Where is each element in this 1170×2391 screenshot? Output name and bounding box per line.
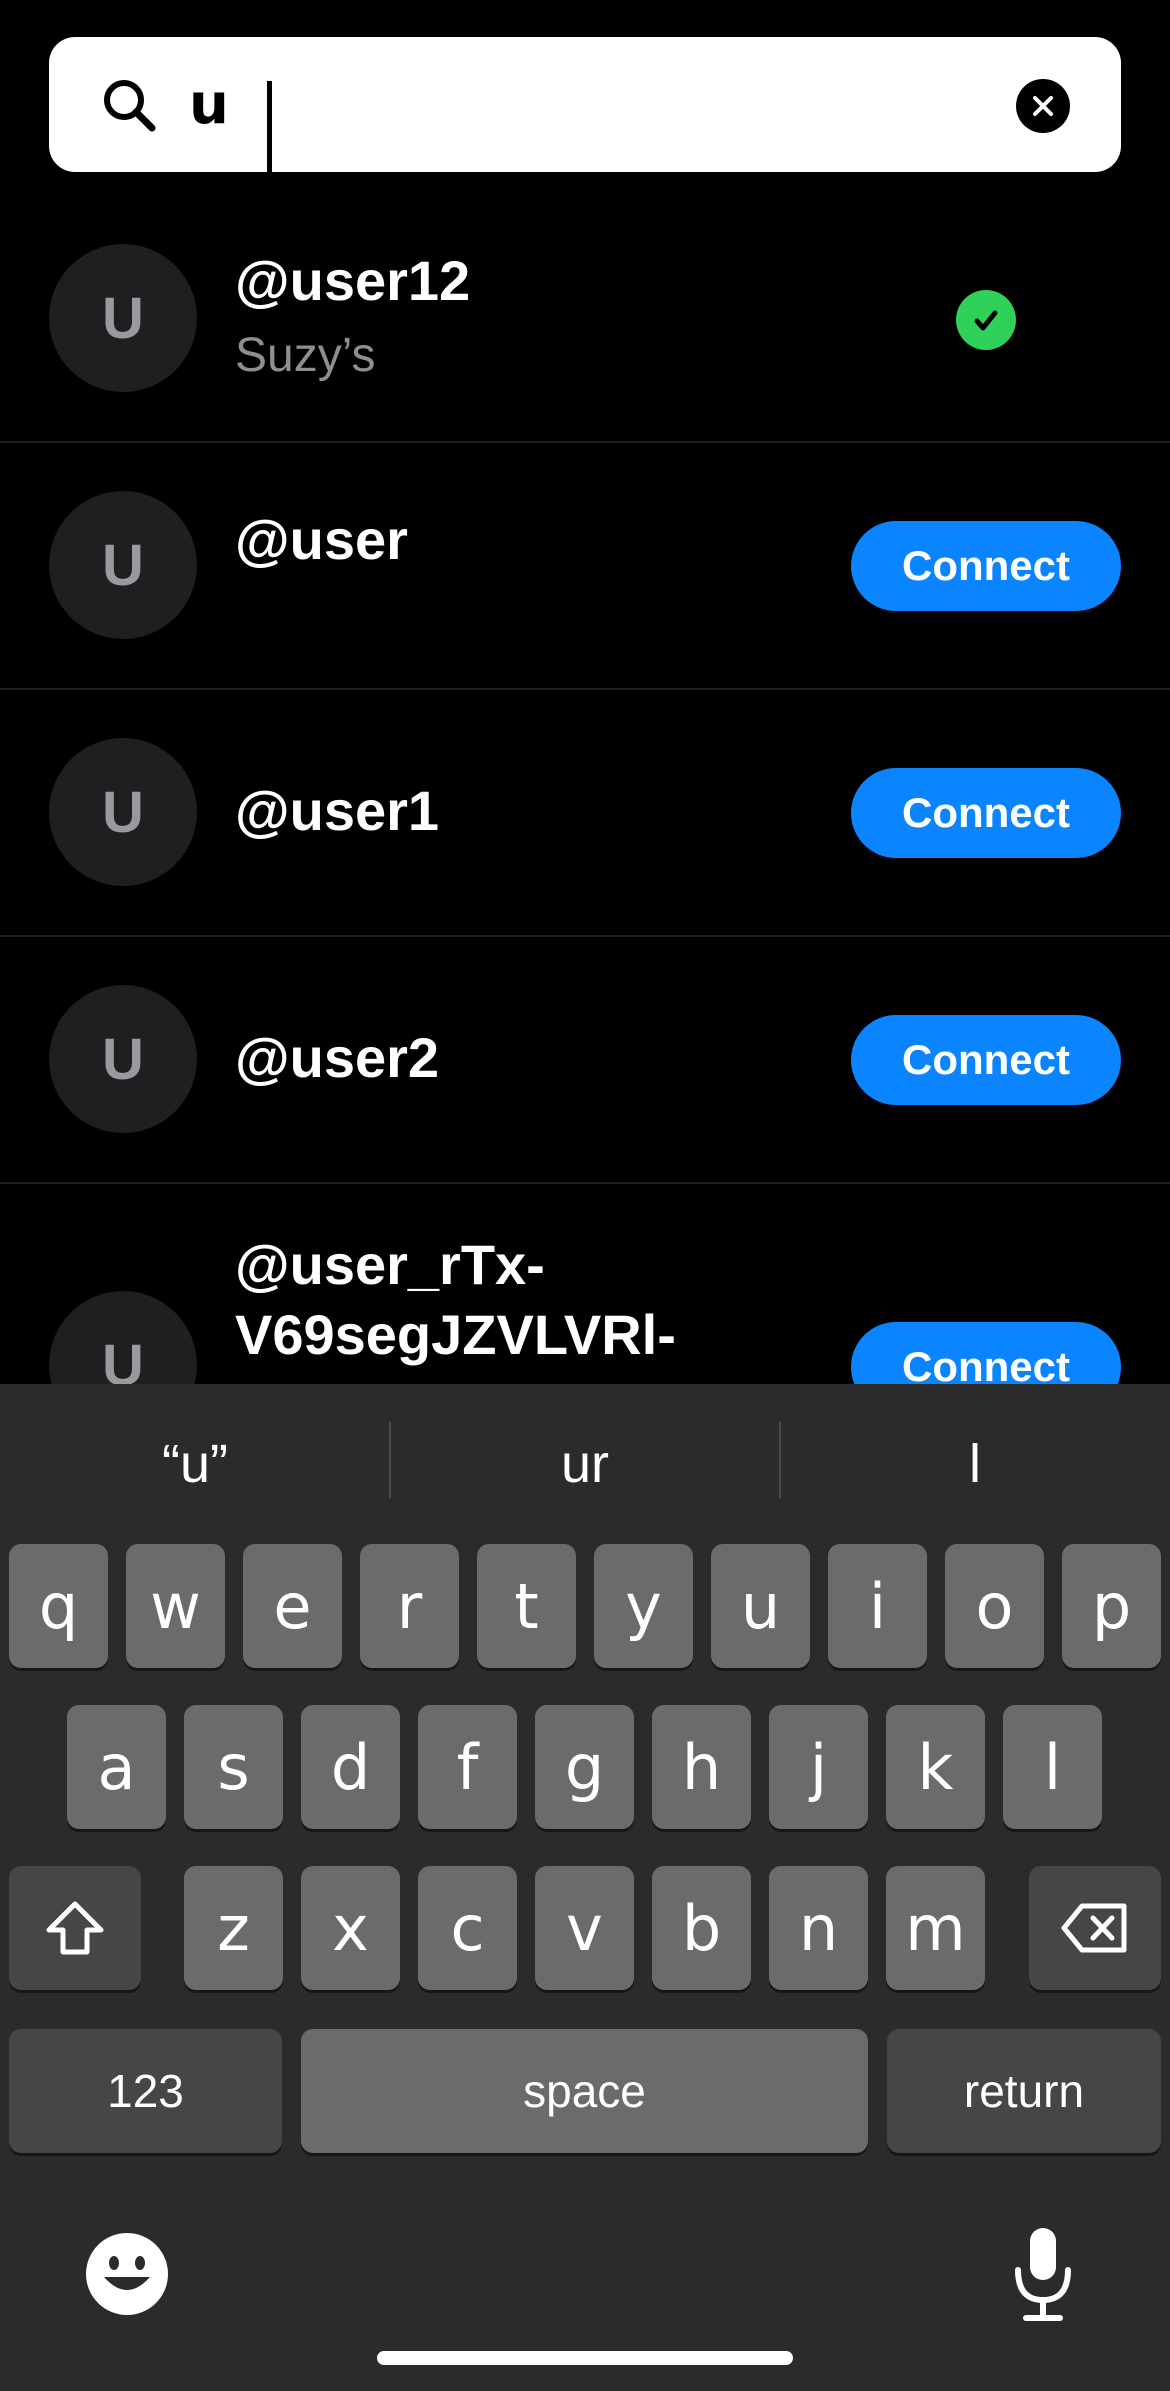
user-row[interactable]: U @user12 Suzy’s	[0, 196, 1170, 443]
connect-button[interactable]: Connect	[851, 1015, 1121, 1105]
key-r[interactable]: r	[360, 1544, 459, 1668]
key-d[interactable]: d	[301, 1705, 400, 1829]
user-row[interactable]: U @user_rTx- V69segJZVLVRl- Connect	[0, 1184, 1170, 1384]
key-m[interactable]: m	[886, 1866, 985, 1990]
avatar: U	[49, 1291, 197, 1384]
suggestion-item[interactable]: “u”	[0, 1424, 390, 1504]
key-c[interactable]: c	[418, 1866, 517, 1990]
username-line-2: V69segJZVLVRl-	[235, 1303, 676, 1366]
user-row[interactable]: U @user Connect	[0, 443, 1170, 690]
backspace-icon	[1061, 1903, 1127, 1953]
home-indicator[interactable]	[377, 2351, 793, 2365]
username: @user2	[235, 1026, 440, 1089]
emoji-icon[interactable]	[84, 2231, 170, 2317]
key-g[interactable]: g	[535, 1705, 634, 1829]
key-n[interactable]: n	[769, 1866, 868, 1990]
key-e[interactable]: e	[243, 1544, 342, 1668]
key-s[interactable]: s	[184, 1705, 283, 1829]
avatar: U	[49, 985, 197, 1133]
key-h[interactable]: h	[652, 1705, 751, 1829]
user-results-list[interactable]: U @user12 Suzy’s U @user Connect U @user…	[0, 196, 1170, 1384]
user-row[interactable]: U @user1 Connect	[0, 690, 1170, 937]
key-t[interactable]: t	[477, 1544, 576, 1668]
key-x[interactable]: x	[301, 1866, 400, 1990]
microphone-icon[interactable]	[1008, 2224, 1078, 2324]
search-icon	[104, 80, 156, 132]
connect-button[interactable]: Connect	[851, 521, 1121, 611]
search-bar[interactable]: u	[49, 37, 1121, 173]
key-z[interactable]: z	[184, 1866, 283, 1990]
shift-icon	[46, 1901, 104, 1955]
key-u[interactable]: u	[711, 1544, 810, 1668]
connect-button[interactable]: Connect	[851, 1322, 1121, 1384]
suggestion-item[interactable]: l	[780, 1424, 1170, 1504]
key-w[interactable]: w	[126, 1544, 225, 1668]
avatar: U	[49, 738, 197, 886]
key-q[interactable]: q	[9, 1544, 108, 1668]
key-o[interactable]: o	[945, 1544, 1044, 1668]
suggestion-item[interactable]: ur	[390, 1424, 780, 1504]
avatar: U	[49, 244, 197, 392]
user-subtitle: Suzy’s	[235, 329, 376, 382]
key-l[interactable]: l	[1003, 1705, 1102, 1829]
key-v[interactable]: v	[535, 1866, 634, 1990]
key-b[interactable]: b	[652, 1866, 751, 1990]
clear-search-button[interactable]	[1016, 79, 1070, 133]
avatar: U	[49, 491, 197, 639]
key-f[interactable]: f	[418, 1705, 517, 1829]
suggestion-bar: “u” ur l	[0, 1384, 1170, 1534]
key-j[interactable]: j	[769, 1705, 868, 1829]
connect-button[interactable]: Connect	[851, 768, 1121, 858]
key-k[interactable]: k	[886, 1705, 985, 1829]
shift-key[interactable]	[9, 1866, 141, 1990]
text-caret	[267, 81, 272, 173]
key-p[interactable]: p	[1062, 1544, 1161, 1668]
numbers-key[interactable]: 123	[9, 2029, 282, 2153]
username: @user12	[235, 249, 471, 312]
username: @user	[235, 508, 408, 571]
return-key[interactable]: return	[887, 2029, 1161, 2153]
username: @user1	[235, 779, 440, 842]
search-input[interactable]: u	[189, 67, 229, 142]
user-row[interactable]: U @user2 Connect	[0, 937, 1170, 1184]
backspace-key[interactable]	[1029, 1866, 1161, 1990]
connected-check-icon	[956, 290, 1016, 350]
key-y[interactable]: y	[594, 1544, 693, 1668]
clear-icon	[1033, 96, 1053, 116]
username-line-1: @user_rTx-	[235, 1233, 545, 1296]
key-i[interactable]: i	[828, 1544, 927, 1668]
space-key[interactable]: space	[301, 2029, 868, 2153]
key-a[interactable]: a	[67, 1705, 166, 1829]
keyboard: “u” ur l q w e r t y u i o p a s d f g h…	[0, 1384, 1170, 2391]
